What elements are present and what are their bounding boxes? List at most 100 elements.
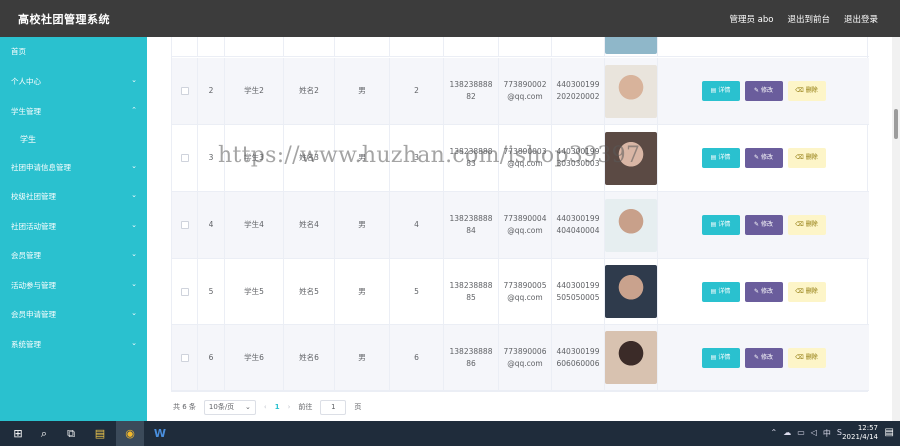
edit-button[interactable]: ✎ 修改 [744, 281, 783, 302]
table-row [172, 37, 869, 57]
sidebar-item-3[interactable]: 学生 [0, 125, 147, 153]
avatar-cell [605, 325, 658, 390]
tray-icon-1[interactable]: ☁ [783, 428, 791, 439]
prev-page-button[interactable]: ‹ [264, 403, 267, 411]
tray-icon-4[interactable]: 中 [823, 428, 831, 439]
action-buttons: ▤ 详情 ✎ 修改 ⌫ 删除 [701, 81, 826, 101]
delete-button[interactable]: ⌫ 删除 [787, 281, 826, 302]
task-view-icon[interactable]: ⧉ [57, 421, 85, 446]
sidebar-item-5[interactable]: 校级社团管理 ⌄ [0, 182, 147, 210]
sidebar-item-7[interactable]: 会员管理 ⌄ [0, 241, 147, 269]
edit-button[interactable]: ✎ 修改 [744, 215, 783, 235]
sidebar-item-2[interactable]: 学生管理 ⌃ [0, 97, 147, 125]
row-checkbox[interactable] [180, 221, 189, 229]
sidebar-item-0[interactable]: 首页 [0, 37, 147, 65]
delete-button[interactable]: ⌫ 删除 [787, 347, 826, 368]
sidebar-item-label: 社团申请信息管理 [11, 162, 71, 172]
actions-cell: ▤ 详情 ✎ 修改 ⌫ 删除 [658, 125, 869, 191]
page-size-select[interactable]: 10条/页 ⌄ [203, 399, 256, 415]
detail-button[interactable]: ▤ 详情 [701, 81, 740, 101]
sidebar-item-label: 学生管理 [11, 106, 41, 116]
name-cell-text: 姓名5 [299, 286, 319, 296]
age-cell-text: 2 [414, 86, 419, 95]
sidebar-item-4[interactable]: 社团申请信息管理 ⌄ [0, 153, 147, 181]
gender-cell-text: 男 [358, 352, 366, 362]
row-number: 2 [198, 58, 225, 124]
page-size-value: 10条/页 [208, 403, 235, 411]
detail-icon: ▤ [710, 154, 717, 161]
page-number-1[interactable]: 1 [275, 403, 280, 411]
goto-page-input[interactable] [320, 399, 347, 415]
page-scrollbar[interactable] [892, 37, 900, 421]
logout-link[interactable]: 退出登录 [844, 13, 878, 25]
delete-button-label: 删除 [805, 154, 818, 161]
detail-button[interactable]: ▤ 详情 [701, 215, 740, 235]
detail-button[interactable]: ▤ 详情 [701, 148, 740, 168]
phone-cell: 13823888884 [444, 192, 499, 258]
idcard-cell-text: 440300199606060006 [556, 346, 600, 368]
search-icon[interactable]: ⌕ [30, 421, 58, 446]
delete-button[interactable]: ⌫ 删除 [787, 215, 826, 235]
action-buttons: ▤ 详情 ✎ 修改 ⌫ 删除 [701, 347, 826, 368]
delete-button[interactable]: ⌫ 删除 [787, 148, 826, 168]
sidebar-item-10[interactable]: 系统管理 ⌄ [0, 330, 147, 358]
delete-button[interactable]: ⌫ 删除 [787, 81, 826, 101]
tray-icon-3[interactable]: ◁ [811, 428, 817, 439]
scrollbar-thumb[interactable] [894, 109, 898, 139]
edit-button[interactable]: ✎ 修改 [744, 81, 783, 101]
avatar-image [605, 198, 657, 252]
checkbox-cell [172, 37, 198, 56]
file-explorer-icon[interactable]: ▤ [86, 421, 114, 446]
sidebar-item-8[interactable]: 活动参与管理 ⌄ [0, 271, 147, 299]
age-cell: 6 [390, 325, 444, 390]
table-row: 5 学生5 姓名5 男 5 13823888885 773890005@qq.com 4403… [172, 259, 869, 325]
age-cell-text: 5 [414, 286, 419, 296]
detail-button-label: 详情 [718, 221, 731, 228]
idcard-cell-text: 440300199202020002 [556, 80, 600, 101]
sidebar-item-1[interactable]: 个人中心 ⌄ [0, 67, 147, 95]
detail-button[interactable]: ▤ 详情 [701, 281, 740, 302]
detail-icon: ▤ [710, 87, 717, 94]
avatar-image [605, 64, 657, 118]
phone-cell-text: 13823888886 [449, 346, 493, 368]
name-cell [284, 37, 335, 56]
sidebar-item-9[interactable]: 会员申请管理 ⌄ [0, 300, 147, 328]
edit-button-label: 修改 [761, 87, 774, 94]
avatar-image [605, 37, 657, 54]
row-number-text: 2 [208, 86, 214, 95]
actions-cell: ▤ 详情 ✎ 修改 ⌫ 删除 [658, 325, 869, 390]
row-checkbox[interactable] [180, 154, 189, 162]
sidebar-item-6[interactable]: 社团活动管理 ⌄ [0, 212, 147, 240]
edit-button[interactable]: ✎ 修改 [744, 148, 783, 168]
avatar-image [605, 331, 657, 384]
actions-cell: ▤ 详情 ✎ 修改 ⌫ 删除 [658, 192, 869, 258]
row-number-text: 6 [208, 352, 214, 362]
chevron-icon: ⌄ [131, 76, 137, 84]
chevron-icon: ⌄ [131, 191, 137, 199]
sidebar-item-label: 会员管理 [11, 250, 41, 260]
gender-cell-text: 男 [358, 86, 366, 95]
row-checkbox[interactable] [180, 87, 189, 95]
age-cell: 2 [390, 58, 444, 124]
detail-button[interactable]: ▤ 详情 [701, 347, 740, 368]
chrome-icon[interactable]: ◉ [116, 421, 144, 446]
age-cell-text: 4 [414, 220, 419, 229]
word-icon[interactable]: W [146, 421, 174, 446]
back-to-frontend-link[interactable]: 退出到前台 [787, 13, 830, 25]
tray-icon-0[interactable]: ⌃ [771, 428, 778, 439]
account-cell-text: 学生6 [244, 352, 264, 362]
taskbar-clock[interactable]: 12:57 2021/4/14 [842, 424, 878, 442]
windows-start-icon[interactable]: ⊞ [4, 421, 32, 446]
notification-icon[interactable]: ▤ [885, 427, 894, 438]
edit-button[interactable]: ✎ 修改 [744, 347, 783, 368]
age-cell [390, 37, 444, 56]
next-page-button[interactable]: › [288, 403, 291, 411]
main-content: 2 学生2 姓名2 男 2 13823888882 773890002@qq.com 4403… [147, 37, 892, 421]
tray-icon-2[interactable]: ▭ [797, 428, 805, 439]
idcard-cell: 440300199202020002 [552, 58, 605, 124]
delete-button-label: 删除 [805, 87, 818, 94]
page-suffix: 页 [354, 403, 362, 411]
row-checkbox[interactable] [180, 287, 189, 296]
row-checkbox[interactable] [180, 353, 189, 362]
app-title: 高校社团管理系统 [18, 13, 110, 26]
